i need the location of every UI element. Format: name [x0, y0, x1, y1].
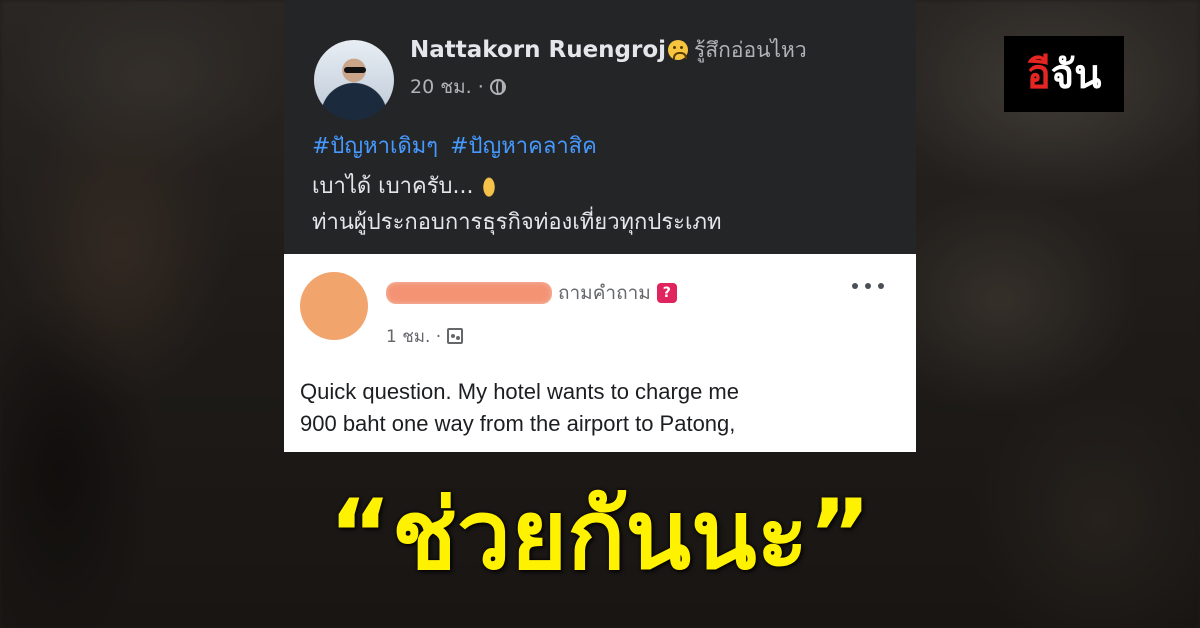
logo-first-part: อี — [1026, 52, 1051, 98]
redacted-name — [386, 282, 552, 304]
headline-text: “ช่วยกันนะ” — [328, 479, 872, 591]
praying-hands-icon — [477, 174, 500, 197]
post-text-line-2: ท่านผู้ประกอบการธุรกิจท่องเที่ยวทุกประเภ… — [312, 210, 722, 235]
question-meta-row: 1 ชม. · — [386, 322, 464, 350]
question-action-label: ถามคำถาม — [558, 282, 651, 304]
post-author-row: Nattakorn Ruengroj รู้สึกอ่อนไหว — [410, 33, 807, 67]
question-text-line: 900 baht one way from the airport to Pat… — [300, 411, 736, 436]
post-text-line-1: เบาได้ เบาครับ... — [312, 168, 500, 203]
question-text: Quick question. My hotel wants to charge… — [300, 376, 900, 440]
post-meta-row: 20 ชม. · — [410, 72, 506, 102]
sunglasses — [344, 67, 366, 73]
redacted-avatar — [300, 272, 368, 340]
author-avatar[interactable] — [314, 40, 394, 120]
logo-second-part: จัน — [1050, 52, 1102, 98]
question-author-row: ถามคำถาม ? — [386, 278, 677, 308]
globe-icon — [489, 79, 506, 95]
post-text: เบาได้ เบาครับ... — [312, 174, 474, 199]
author-name[interactable]: Nattakorn Ruengroj — [410, 37, 666, 63]
more-options-icon[interactable] — [852, 279, 884, 293]
question-text-line: Quick question. My hotel wants to charge… — [300, 379, 739, 404]
group-icon — [447, 328, 464, 344]
post-time[interactable]: 20 ชม. · — [410, 72, 484, 102]
sad-face-icon — [668, 40, 689, 60]
post-hashtags: #ปัญหาเดิมๆ #ปัญหาคลาสิค — [312, 128, 609, 163]
hashtag-link[interactable]: #ปัญหาคลาสิค — [450, 134, 597, 159]
feeling-text: รู้สึกอ่อนไหว — [694, 37, 807, 62]
brand-logo: อี จัน — [1004, 36, 1124, 112]
hashtag-link[interactable]: #ปัญหาเดิมๆ — [312, 134, 438, 159]
question-icon: ? — [656, 283, 677, 303]
question-time[interactable]: 1 ชม. · — [386, 323, 441, 350]
